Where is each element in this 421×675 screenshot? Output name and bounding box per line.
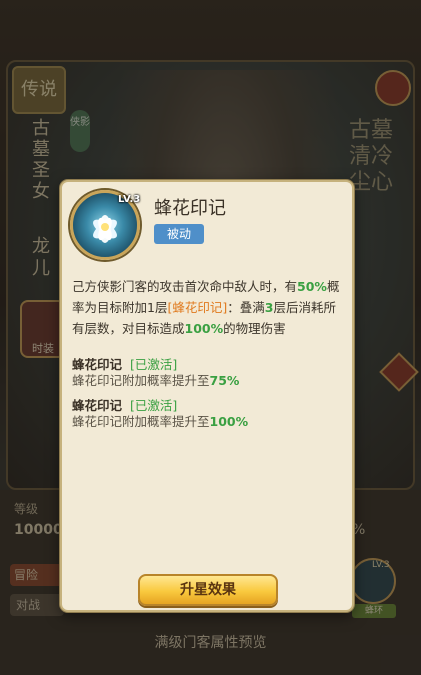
desc-mark-name: [蜂花印记] (167, 300, 228, 315)
star-effect-name: 蜂花印记 (72, 398, 123, 413)
star-effect-text: 蜂花印记附加概率提升至 (72, 414, 210, 429)
desc-text-3: ：叠满 (227, 300, 265, 315)
skill-level: LV.3 (118, 194, 141, 205)
star-effect-2: 蜂花印记 [已激活] 蜂花印记附加概率提升至100% (72, 398, 348, 430)
star-effect-state: [已激活] (130, 398, 178, 413)
desc-text-1: 己方侠影门客的攻击首次命中敌人时，有 (72, 279, 298, 294)
skill-name: 蜂花印记 (154, 198, 226, 219)
skill-type-tag: 被动 (154, 224, 204, 244)
star-effect-value: 75% (209, 373, 240, 388)
desc-damage-pct: 100% (184, 321, 224, 336)
star-effect-1: 蜂花印记 [已激活] 蜂花印记附加概率提升至75% (72, 357, 348, 389)
lotus-icon (93, 215, 117, 243)
skill-description: 己方侠影门客的攻击首次命中敌人时，有50%概率为目标附加1层[蜂花印记]：叠满3… (72, 276, 348, 339)
star-effect-value: 100% (209, 414, 249, 429)
star-upgrade-button[interactable]: 升星效果 (138, 574, 278, 606)
desc-chance: 50% (297, 279, 327, 294)
star-effect-name: 蜂花印记 (72, 357, 123, 372)
star-effect-state: [已激活] (130, 357, 178, 372)
desc-text-5: 的物理伤害 (223, 321, 286, 336)
star-effect-text: 蜂花印记附加概率提升至 (72, 373, 210, 388)
skill-detail-popup: LV.3 蜂花印记 被动 己方侠影门客的攻击首次命中敌人时，有50%概率为目标附… (60, 180, 354, 612)
